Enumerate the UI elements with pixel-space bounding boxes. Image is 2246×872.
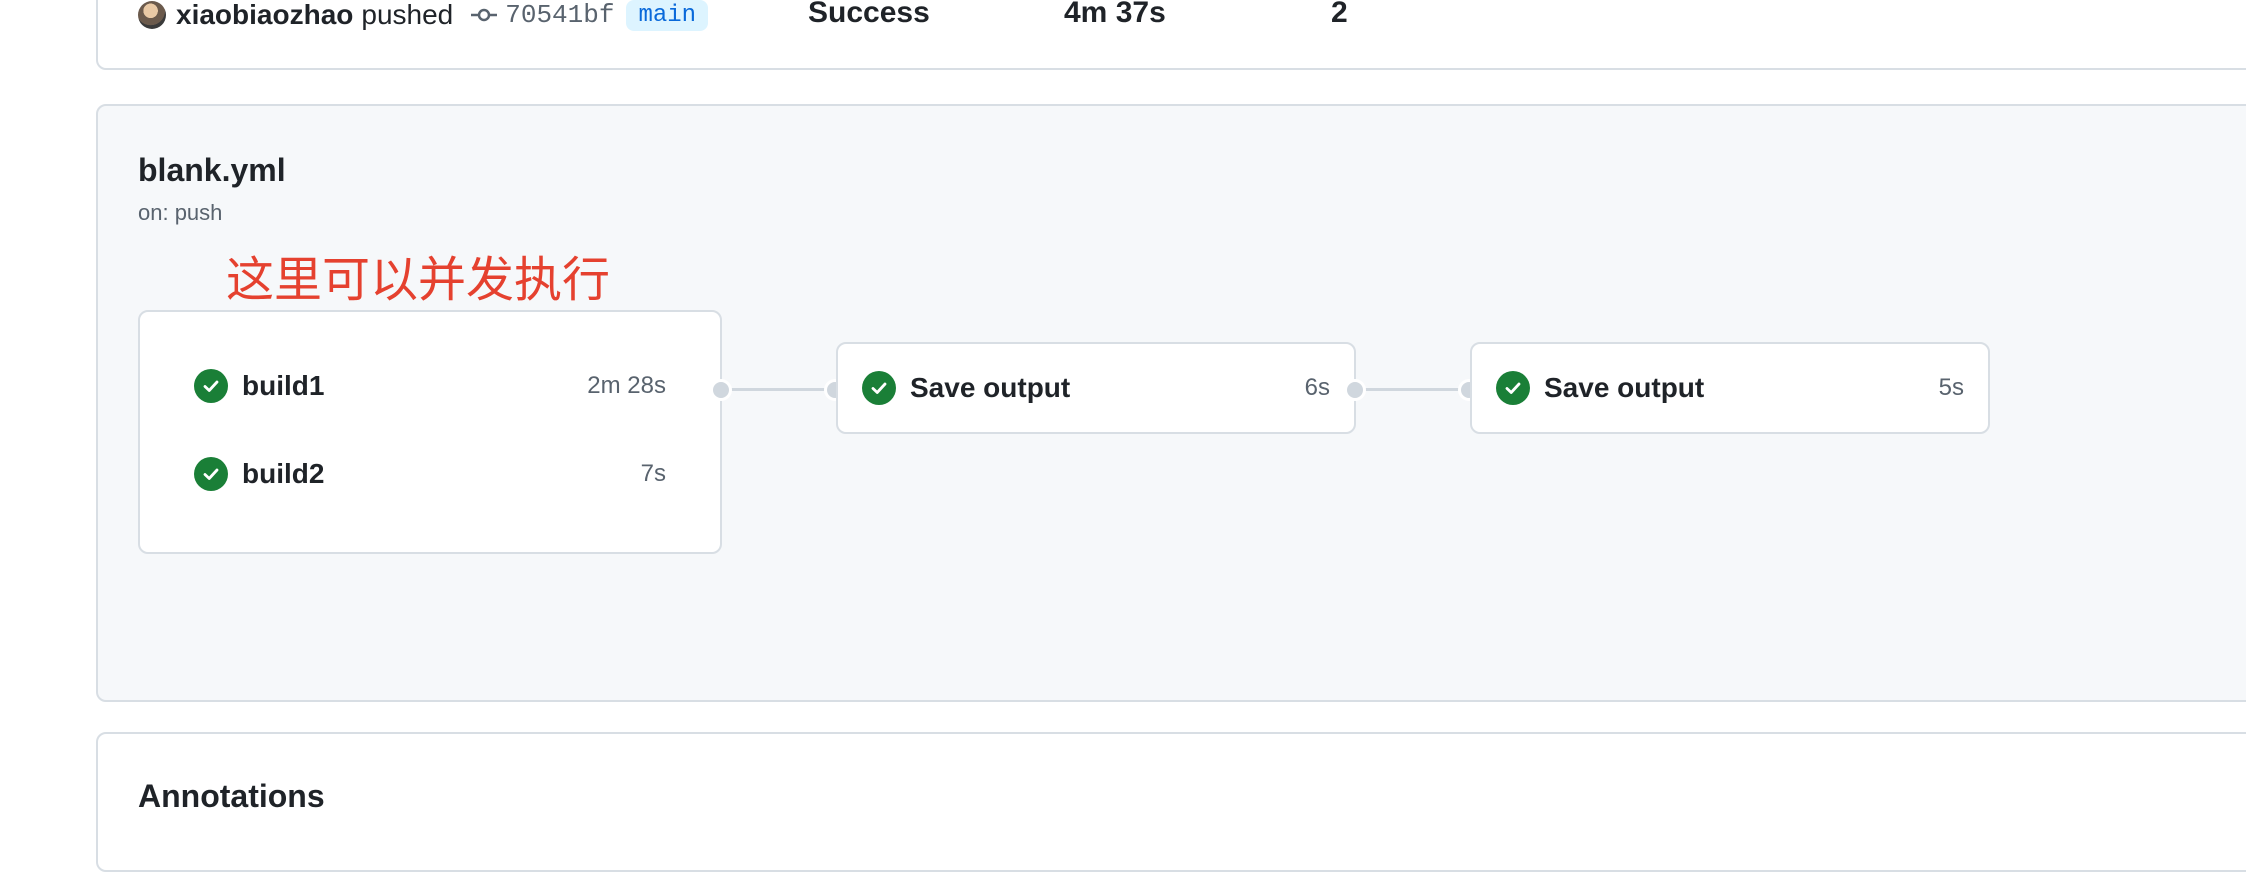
check-circle-icon [194, 457, 228, 491]
trigger-info: xiaobiaozhao pushed 70541bf main [138, 0, 709, 31]
job-name: Save output [910, 372, 1071, 403]
graph-connector [1356, 388, 1472, 391]
git-commit-icon [471, 7, 498, 23]
annotations-card: Annotations [96, 732, 2246, 872]
check-circle-icon [194, 369, 228, 403]
workflow-graph-card: blank.yml on: push 这里可以并发执行 build1 2m 28… [96, 104, 2246, 702]
job-name: Save output [1544, 372, 1705, 403]
check-circle-icon [862, 371, 896, 405]
job-name: build1 [242, 370, 325, 401]
check-circle-icon [1496, 371, 1530, 405]
job-save-output-2[interactable]: Save output 5s [1470, 342, 1990, 434]
workflow-file-title: blank.yml [138, 152, 286, 188]
graph-connector [722, 388, 838, 391]
job-row: Save output 6s [862, 368, 1330, 408]
job-build1[interactable]: build1 2m 28s [194, 366, 666, 406]
annotation-note: 这里可以并发执行 [226, 252, 611, 308]
run-summary-card: xiaobiaozhao pushed 70541bf main Success… [96, 0, 2246, 70]
job-build2[interactable]: build2 7s [194, 454, 666, 494]
duration-value: 4m 37s [1064, 0, 1166, 29]
action-text: pushed [361, 0, 454, 30]
job-duration: 5s [1938, 374, 1964, 401]
parallel-jobs-group: build1 2m 28s build2 7s [138, 310, 722, 554]
job-row: Save output 5s [1496, 368, 1964, 408]
workflow-trigger: on: push [138, 200, 223, 225]
job-duration: 7s [640, 460, 666, 487]
avatar[interactable] [138, 1, 166, 29]
job-name: build2 [242, 458, 325, 489]
job-duration: 2m 28s [587, 372, 666, 399]
annotations-title: Annotations [138, 778, 325, 814]
job-duration: 6s [1304, 374, 1330, 401]
actor-name[interactable]: xiaobiaozhao [176, 0, 353, 31]
branch-badge[interactable]: main [626, 0, 709, 31]
artifacts-count[interactable]: 2 [1331, 0, 1348, 30]
connector-node [710, 379, 732, 401]
connector-node [1344, 379, 1366, 401]
status-value: Success [808, 0, 930, 29]
job-save-output-1[interactable]: Save output 6s [836, 342, 1356, 434]
commit-sha-link[interactable]: 70541bf [505, 0, 614, 30]
